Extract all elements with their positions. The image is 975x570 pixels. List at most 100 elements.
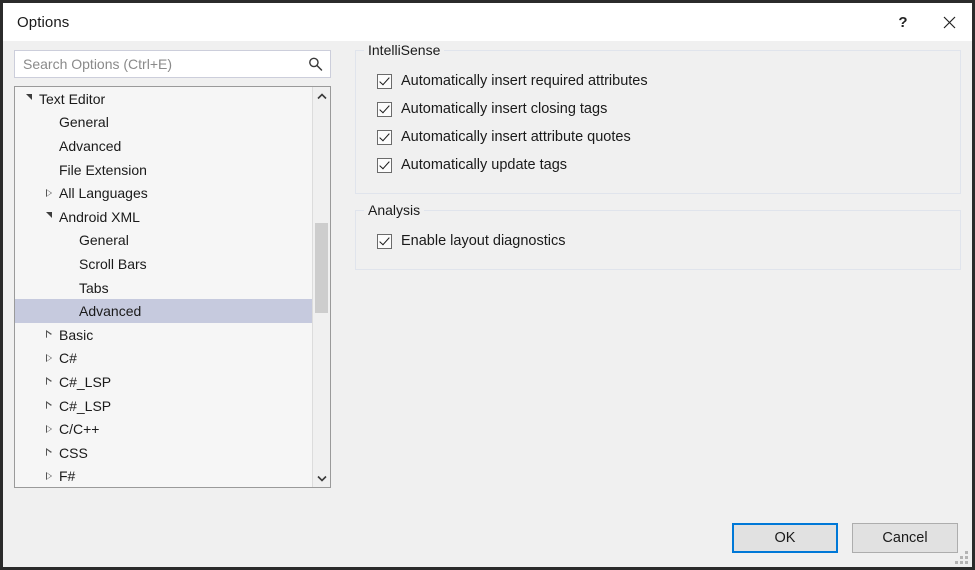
tree-item-advanced[interactable]: Advanced xyxy=(15,134,312,158)
tree-item-label: Basic xyxy=(59,326,94,343)
group-title: IntelliSense xyxy=(364,42,445,58)
dialog-buttons: OK Cancel xyxy=(732,523,958,553)
checkbox-checked-icon[interactable] xyxy=(377,233,392,249)
scroll-down-button[interactable] xyxy=(313,469,330,487)
option-label: Automatically insert attribute quotes xyxy=(401,129,631,145)
group-body: Enable layout diagnostics xyxy=(366,223,950,255)
chevron-up-icon xyxy=(316,92,327,99)
chevron-down-icon[interactable] xyxy=(41,212,57,221)
tree-item-basic[interactable]: Basic xyxy=(15,323,312,347)
checkbox-checked-icon[interactable] xyxy=(377,157,392,173)
tree-item-css[interactable]: CSS xyxy=(15,441,312,465)
chevron-right-icon[interactable] xyxy=(41,377,57,386)
expander-collapsed-icon xyxy=(46,330,52,339)
chevron-right-icon[interactable] xyxy=(41,330,57,339)
close-icon xyxy=(943,16,955,28)
checkbox-checked-icon[interactable] xyxy=(377,129,392,145)
tree-item-c-lsp[interactable]: C#_LSP xyxy=(15,370,312,394)
tree-item-scroll-bars[interactable]: Scroll Bars xyxy=(15,252,312,276)
close-button[interactable] xyxy=(926,3,972,41)
tree-item-label: File Extension xyxy=(59,161,147,178)
dialog-content: Text Editor General Advanced File Extension… xyxy=(3,41,972,567)
scrollbar-thumb[interactable] xyxy=(315,223,328,313)
expander-collapsed-icon xyxy=(46,424,52,433)
group-analysis: Analysis Enable layout diagnostics xyxy=(355,202,961,270)
tree-item-general[interactable]: General xyxy=(15,111,312,135)
group-body: Automatically insert required attributes… xyxy=(366,63,950,179)
tree-item-text-editor[interactable]: Text Editor xyxy=(15,87,312,111)
tree-item-label: Advanced xyxy=(59,137,122,154)
tree-item-label: CSS xyxy=(59,444,88,461)
tree-item-label: C#_LSP xyxy=(59,397,112,414)
tree-item-file-extension[interactable]: File Extension xyxy=(15,158,312,182)
tree-item-label: Advanced xyxy=(79,303,142,320)
option-label: Automatically insert closing tags xyxy=(401,101,608,117)
option-row[interactable]: Enable layout diagnostics xyxy=(366,227,950,255)
resize-grip[interactable] xyxy=(955,551,968,564)
expander-expanded-icon xyxy=(46,212,52,219)
tree-list: Text Editor General Advanced File Extension… xyxy=(15,87,312,488)
cancel-button[interactable]: Cancel xyxy=(852,523,958,553)
expander-collapsed-icon xyxy=(46,471,52,480)
options-tree[interactable]: Text Editor General Advanced File Extension… xyxy=(14,86,331,488)
tree-item-label: C#_LSP xyxy=(59,373,112,390)
option-label: Enable layout diagnostics xyxy=(401,233,566,249)
chevron-right-icon[interactable] xyxy=(41,471,57,480)
chevron-down-icon[interactable] xyxy=(21,94,37,103)
settings-pane: IntelliSense Automatically insert require… xyxy=(355,42,961,286)
search-box[interactable] xyxy=(14,50,331,78)
group-intellisense: IntelliSense Automatically insert require… xyxy=(355,42,961,194)
option-row[interactable]: Automatically update tags xyxy=(366,151,950,179)
tree-item-label: F# xyxy=(59,468,76,485)
group-title: Analysis xyxy=(364,202,425,218)
chevron-right-icon[interactable] xyxy=(41,188,57,197)
scroll-up-button[interactable] xyxy=(313,87,330,105)
tree-item-all-languages[interactable]: All Languages xyxy=(15,181,312,205)
chevron-right-icon[interactable] xyxy=(41,424,57,433)
chevron-right-icon[interactable] xyxy=(41,448,57,457)
option-row[interactable]: Automatically insert required attributes xyxy=(366,67,950,95)
expander-collapsed-icon xyxy=(46,188,52,197)
expander-collapsed-icon xyxy=(46,401,52,410)
tree-item-android-xml[interactable]: Android XML xyxy=(15,205,312,229)
tree-item-c-c[interactable]: C/C++ xyxy=(15,417,312,441)
tree-item-advanced[interactable]: Advanced xyxy=(15,299,312,323)
window-title: Options xyxy=(17,13,70,31)
tree-item-label: Tabs xyxy=(79,279,109,296)
tree-item-label: C# xyxy=(59,350,77,367)
tree-item-tabs[interactable]: Tabs xyxy=(15,276,312,300)
chevron-down-icon xyxy=(316,475,327,482)
option-label: Automatically insert required attributes xyxy=(401,73,648,89)
expander-collapsed-icon xyxy=(46,448,52,457)
expander-collapsed-icon xyxy=(46,353,52,362)
options-dialog: Options ? Text EditorGen xyxy=(0,0,975,570)
checkbox-checked-icon[interactable] xyxy=(377,73,392,89)
left-pane: Text Editor General Advanced File Extension… xyxy=(14,50,331,488)
tree-scrollbar[interactable] xyxy=(312,87,330,487)
help-icon: ? xyxy=(898,13,908,31)
chevron-right-icon[interactable] xyxy=(41,353,57,362)
option-label: Automatically update tags xyxy=(401,157,568,173)
tree-item-label: Android XML xyxy=(59,208,140,225)
tree-item-c[interactable]: C# xyxy=(15,347,312,371)
ok-button[interactable]: OK xyxy=(732,523,838,553)
tree-item-label: General xyxy=(59,114,109,131)
option-row[interactable]: Automatically insert attribute quotes xyxy=(366,123,950,151)
search-input[interactable] xyxy=(15,51,330,77)
tree-item-label: Scroll Bars xyxy=(79,255,147,272)
tree-item-label: C/C++ xyxy=(59,421,100,438)
tree-item-f[interactable]: F# xyxy=(15,465,312,488)
tree-item-label: All Languages xyxy=(59,185,148,202)
help-button[interactable]: ? xyxy=(880,3,926,41)
tree-item-c-lsp[interactable]: C#_LSP xyxy=(15,394,312,418)
checkbox-checked-icon[interactable] xyxy=(377,101,392,117)
chevron-right-icon[interactable] xyxy=(41,401,57,410)
option-row[interactable]: Automatically insert closing tags xyxy=(366,95,950,123)
expander-collapsed-icon xyxy=(46,377,52,386)
window-controls: ? xyxy=(880,3,972,41)
tree-item-general[interactable]: General xyxy=(15,229,312,253)
title-bar: Options ? xyxy=(3,3,972,41)
tree-item-label: Text Editor xyxy=(39,90,106,107)
tree-item-label: General xyxy=(79,232,129,249)
expander-expanded-icon xyxy=(26,94,32,101)
